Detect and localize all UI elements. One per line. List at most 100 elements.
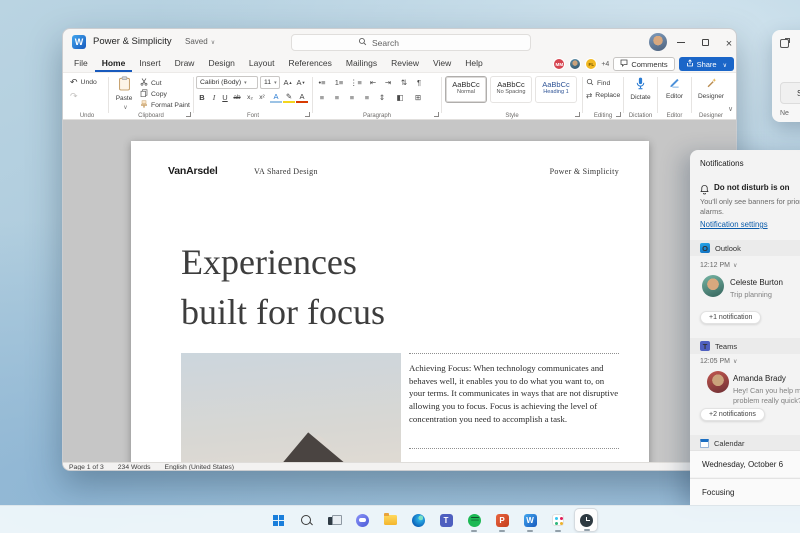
message-preview[interactable]: Trip planning [730, 290, 772, 300]
tab-view[interactable]: View [426, 56, 458, 72]
dictate-button[interactable]: Dictate [625, 77, 656, 101]
subscript-button[interactable]: x₂ [244, 91, 256, 103]
word-taskbar-icon[interactable] [518, 508, 542, 532]
doc-image[interactable] [181, 353, 401, 462]
tab-home[interactable]: Home [95, 56, 133, 72]
maximize-button[interactable] [693, 29, 717, 56]
shading-icon[interactable]: ◧ [394, 91, 406, 103]
line-spacing-icon[interactable]: ⇕ [376, 91, 388, 103]
undo-button[interactable]: Undo [70, 77, 97, 88]
page-indicator[interactable]: Page 1 of 3 [69, 464, 104, 471]
tab-design[interactable]: Design [201, 56, 241, 72]
message-preview[interactable]: Hey! Can you help me with a problem real… [733, 386, 800, 406]
bullet-list-icon[interactable]: •≡ [316, 76, 328, 88]
document-page[interactable]: VanArsdel VA Shared Design Power & Simpl… [131, 141, 649, 462]
outlook-group-header[interactable]: Outlook [690, 240, 800, 256]
clock-focus-icon[interactable] [574, 508, 598, 532]
strikethrough-button[interactable]: ab [231, 91, 243, 103]
style-heading-1[interactable]: AaBbCc Heading 1 [535, 76, 577, 103]
user-avatar[interactable] [649, 33, 667, 51]
word-count[interactable]: 234 Words [118, 464, 151, 471]
edge-icon[interactable] [406, 508, 430, 532]
presence-overflow[interactable]: +4 [601, 61, 609, 68]
tab-insert[interactable]: Insert [132, 56, 167, 72]
align-right-icon[interactable]: ≡ [346, 91, 358, 103]
find-button[interactable]: Find [586, 78, 610, 88]
file-explorer-icon[interactable] [378, 508, 402, 532]
teams-group-header[interactable]: Teams [690, 338, 800, 354]
borders-icon[interactable]: ⊞ [412, 91, 424, 103]
justify-icon[interactable]: ≡ [361, 91, 373, 103]
notification-time[interactable]: 12:05 PM [700, 358, 737, 365]
widget-start-button[interactable]: S [780, 82, 800, 104]
presence-badge-photo[interactable] [569, 58, 581, 70]
language-indicator[interactable]: English (United States) [165, 464, 235, 471]
search-box[interactable]: Search [291, 34, 531, 51]
designer-button[interactable]: Designer [693, 77, 729, 100]
redo-button[interactable] [70, 91, 78, 102]
chat-icon[interactable] [350, 508, 374, 532]
style-no-spacing[interactable]: AaBbCc No Spacing [490, 76, 532, 103]
style-normal[interactable]: AaBbCc Normal [445, 76, 487, 103]
paste-button[interactable]: Paste [112, 76, 136, 111]
comments-button[interactable]: Comments [613, 57, 674, 71]
dialog-launcher-icon[interactable] [575, 112, 580, 117]
tab-mailings[interactable]: Mailings [339, 56, 384, 72]
bold-button[interactable]: B [196, 91, 208, 103]
superscript-button[interactable]: x² [256, 91, 268, 103]
sort-icon[interactable]: ⇅ [398, 76, 410, 88]
font-family-select[interactable]: Calibri (Body) [196, 76, 258, 89]
copy-button[interactable]: Copy [140, 89, 167, 99]
calendar-date-row[interactable]: Wednesday, October 6 [690, 450, 800, 477]
cut-button[interactable]: Cut [140, 78, 162, 88]
pilcrow-icon[interactable]: ¶ [413, 76, 425, 88]
tab-file[interactable]: File [67, 56, 95, 72]
shrink-font-button[interactable]: A▼ [295, 76, 307, 88]
editor-button[interactable]: Editor [659, 77, 690, 100]
format-painter-button[interactable]: Format Paint [140, 100, 190, 110]
replace-button[interactable]: ⇄ Replace [586, 91, 620, 100]
dialog-launcher-icon[interactable] [305, 112, 310, 117]
tab-layout[interactable]: Layout [242, 56, 282, 72]
grow-font-button[interactable]: A▲ [282, 76, 294, 88]
increase-indent-icon[interactable]: ⇥ [382, 76, 394, 88]
more-notifications-pill[interactable]: +2 notifications [700, 408, 765, 421]
close-button[interactable] [717, 29, 737, 56]
task-view-icon[interactable] [322, 508, 346, 532]
dialog-launcher-icon[interactable] [186, 112, 191, 117]
tab-help[interactable]: Help [458, 56, 489, 72]
multilevel-list-icon[interactable]: ⋮≡ [350, 76, 362, 88]
collapse-ribbon-icon[interactable]: ∨ [728, 105, 733, 113]
slack-icon[interactable] [546, 508, 570, 532]
align-left-icon[interactable]: ≡ [316, 91, 328, 103]
more-notifications-pill[interactable]: +1 notification [700, 311, 761, 324]
presence-badge-fl[interactable]: FL [585, 58, 597, 70]
teams-taskbar-icon[interactable] [434, 508, 458, 532]
focus-status-row[interactable]: Focusing [690, 478, 800, 505]
dialog-launcher-icon[interactable] [616, 112, 621, 117]
spotify-icon[interactable] [462, 508, 486, 532]
highlight-button[interactable]: ✎ [283, 91, 295, 103]
numbered-list-icon[interactable]: 1≡ [333, 76, 345, 88]
font-color-button[interactable]: A [296, 91, 308, 103]
sender-name[interactable]: Amanda Brady [733, 374, 786, 383]
dialog-launcher-icon[interactable] [434, 112, 439, 117]
decrease-indent-icon[interactable]: ⇤ [367, 76, 379, 88]
windows-start-icon[interactable] [266, 508, 290, 532]
notification-time[interactable]: 12:12 PM [700, 262, 737, 269]
powerpoint-icon[interactable] [490, 508, 514, 532]
calendar-group-header[interactable]: Calendar [690, 435, 800, 451]
minimize-button[interactable] [669, 29, 693, 56]
presence-badge-mm[interactable]: MM [553, 58, 565, 70]
text-effects-button[interactable]: A [270, 91, 282, 103]
sender-name[interactable]: Celeste Burton [730, 278, 783, 287]
notification-settings-link[interactable]: Notification settings [700, 220, 768, 229]
tab-draw[interactable]: Draw [168, 56, 202, 72]
tab-review[interactable]: Review [384, 56, 426, 72]
saved-status[interactable]: Saved [185, 37, 215, 46]
align-center-icon[interactable]: ≡ [331, 91, 343, 103]
underline-button[interactable]: U [219, 91, 231, 103]
share-button[interactable]: Share [679, 57, 734, 71]
font-size-select[interactable]: 11 [260, 76, 280, 89]
tab-references[interactable]: References [281, 56, 338, 72]
